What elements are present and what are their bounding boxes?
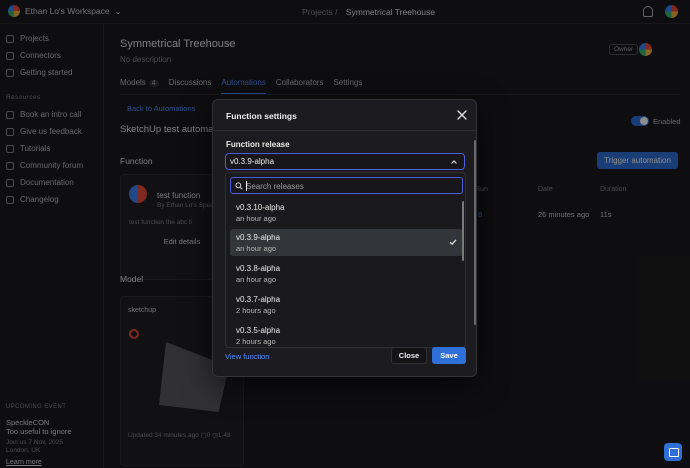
release-option[interactable]: v0.3.10-alpha an hour ago	[230, 199, 463, 226]
release-option-selected[interactable]: v0.3.9-alpha an hour ago	[230, 229, 463, 256]
release-option[interactable]: v0.3.5-alpha 2 hours ago	[230, 322, 463, 347]
check-icon	[449, 239, 457, 246]
search-releases-field[interactable]	[230, 177, 463, 194]
save-button[interactable]: Save	[432, 347, 466, 364]
dialog-title: Function settings	[226, 111, 297, 121]
release-option[interactable]: v0.3.7-alpha 2 hours ago	[230, 291, 463, 318]
function-settings-dialog: Function settings Function release v0.3.…	[212, 99, 477, 377]
release-version: v0.3.8-alpha	[236, 264, 281, 273]
view-function-link[interactable]: View function	[225, 352, 269, 361]
release-version: v0.3.7-alpha	[236, 295, 281, 304]
release-time: an hour ago	[236, 214, 277, 223]
function-release-label: Function release	[226, 140, 290, 149]
release-time: 2 hours ago	[236, 306, 276, 315]
function-release-select[interactable]: v0.3.9-alpha	[225, 153, 465, 170]
release-version: v0.3.10-alpha	[236, 203, 285, 212]
release-time: an hour ago	[236, 244, 277, 253]
release-version: v0.3.9-alpha	[236, 233, 281, 242]
release-option[interactable]: v0.3.8-alpha an hour ago	[230, 260, 463, 287]
release-dropdown: v0.3.10-alpha an hour ago v0.3.9-alpha a…	[225, 172, 466, 348]
chevron-up-icon	[451, 160, 457, 164]
dropdown-scrollbar[interactable]	[462, 201, 464, 261]
dialog-scrollbar[interactable]	[474, 140, 476, 325]
text-cursor	[246, 181, 247, 191]
close-icon[interactable]	[456, 109, 468, 121]
search-input[interactable]	[246, 180, 456, 192]
dialog-divider	[213, 130, 476, 131]
selected-release: v0.3.9-alpha	[230, 157, 275, 166]
chat-icon[interactable]	[664, 443, 682, 461]
release-time: an hour ago	[236, 275, 277, 284]
release-time: 2 hours ago	[236, 337, 276, 346]
search-icon	[235, 182, 243, 190]
release-version: v0.3.5-alpha	[236, 326, 281, 335]
close-button[interactable]: Close	[391, 347, 427, 364]
